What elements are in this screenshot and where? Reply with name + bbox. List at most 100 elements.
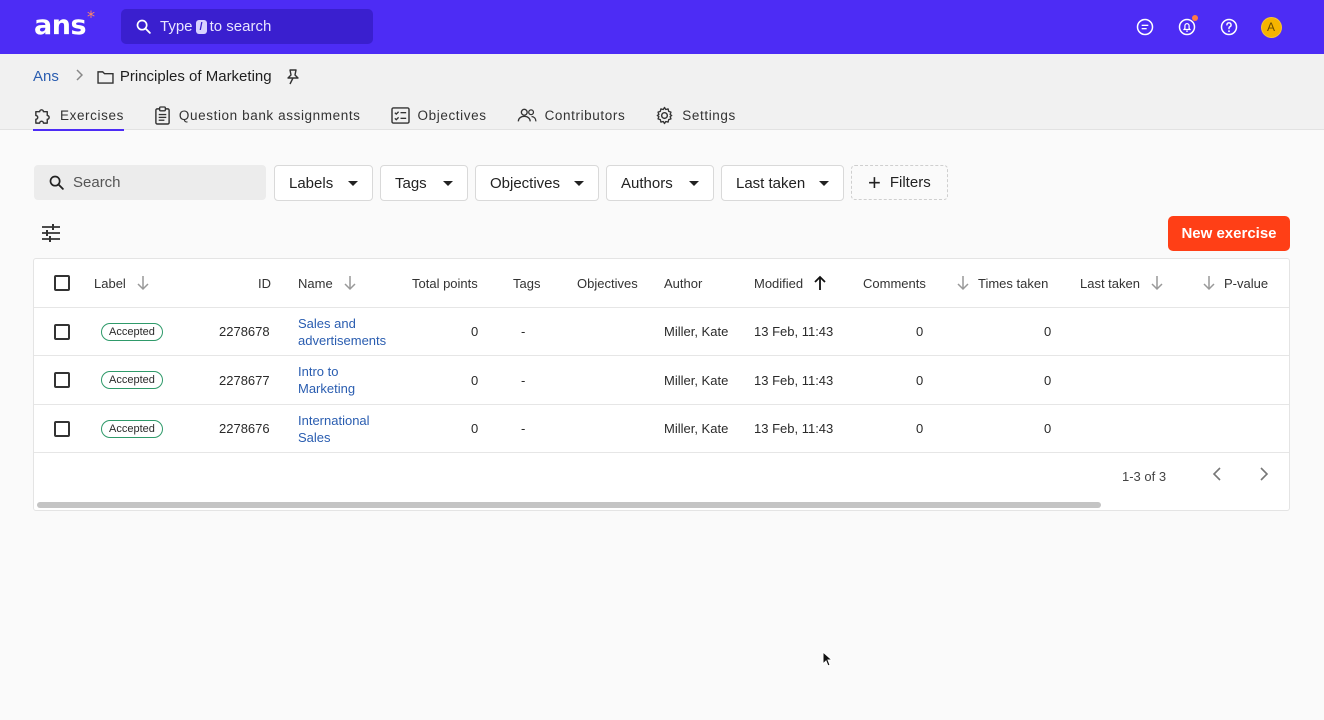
arrow-down-icon[interactable] [1150, 275, 1164, 291]
column-header-name[interactable]: Name [298, 259, 357, 307]
caret-down-icon [348, 181, 358, 186]
arrow-down-icon[interactable] [1202, 275, 1216, 291]
exercise-name-link[interactable]: Intro to Marketing [298, 356, 355, 404]
last-taken-filter-dropdown[interactable]: Last taken [721, 165, 844, 201]
exercise-id: 2278676 [219, 421, 270, 436]
filter-label: Tags [395, 174, 427, 192]
status-badge: Accepted [101, 308, 163, 355]
tags-value: - [521, 324, 526, 339]
arrow-down-icon[interactable] [956, 275, 970, 291]
tab-label: Exercises [60, 107, 124, 123]
global-search-suffix: to search [209, 18, 272, 35]
row-checkbox[interactable] [54, 308, 70, 355]
global-search-prefix: Type [160, 18, 193, 35]
arrow-up-icon[interactable] [813, 275, 827, 291]
search-placeholder: Search [73, 174, 121, 191]
table-header-row: Label ID Name Total points Tags Objectiv… [34, 259, 1289, 308]
tab-label: Question bank assignments [178, 107, 361, 123]
status-badge: Accepted [101, 356, 163, 404]
modified-value: 13 Feb, 11:43 [754, 372, 834, 388]
caret-down-icon [819, 181, 829, 186]
chevron-right-icon[interactable] [1259, 466, 1269, 482]
search-icon [135, 18, 152, 35]
pagination-range: 1-3 of 3 [1122, 469, 1167, 484]
row-checkbox[interactable] [54, 405, 70, 452]
breadcrumb-root-link[interactable]: Ans [33, 68, 59, 85]
filter-label: Authors [621, 174, 673, 192]
column-header-author[interactable]: Author [664, 259, 702, 307]
column-header-label[interactable]: Label [94, 259, 150, 307]
gear-icon [655, 106, 674, 125]
status-badge: Accepted [101, 405, 163, 452]
column-header-p-value[interactable]: P-value [1202, 259, 1268, 307]
chevron-left-icon[interactable] [1212, 466, 1222, 482]
arrow-down-icon[interactable] [343, 275, 357, 291]
table-row[interactable]: Accepted 2278678 Sales and advertisements… [34, 308, 1289, 356]
filter-label: Objectives [490, 174, 561, 192]
column-header-modified[interactable]: Modified [754, 259, 827, 307]
comments-value: 0 [916, 324, 924, 339]
select-all-checkbox[interactable] [54, 259, 70, 307]
notifications-icon[interactable] [1174, 14, 1200, 40]
column-header-id[interactable]: ID [258, 259, 271, 307]
user-avatar[interactable]: A [1258, 14, 1284, 40]
caret-down-icon [574, 181, 584, 186]
add-filter-button[interactable]: + Filters [851, 165, 948, 200]
column-header-total-points[interactable]: Total points [412, 259, 478, 307]
mouse-cursor-icon [822, 650, 834, 672]
clipboard-icon [154, 105, 171, 125]
authors-filter-dropdown[interactable]: Authors [606, 165, 714, 201]
notification-dot [1192, 15, 1198, 21]
arrow-down-icon[interactable] [136, 275, 150, 291]
column-header-times-taken[interactable]: Times taken [956, 259, 1048, 307]
column-header-comments[interactable]: Comments [863, 259, 926, 307]
table-row[interactable]: Accepted 2278677 Intro to Marketing 0 - M… [34, 356, 1289, 405]
tab-bar: Exercises Question bank assignments Obje… [33, 100, 766, 131]
column-settings-icon[interactable] [41, 224, 61, 242]
global-search[interactable]: Type / to search [121, 9, 373, 44]
exercise-name-link[interactable]: Sales and advertisements [298, 308, 386, 355]
help-icon[interactable] [1216, 14, 1242, 40]
tab-exercises[interactable]: Exercises [33, 100, 124, 131]
table-row[interactable]: Accepted 2278676 International Sales 0 - … [34, 405, 1289, 453]
people-icon [517, 107, 537, 123]
messages-icon[interactable] [1132, 14, 1158, 40]
exercises-table: Label ID Name Total points Tags Objectiv… [33, 258, 1290, 511]
column-header-objectives[interactable]: Objectives [577, 259, 638, 307]
new-exercise-button[interactable]: New exercise [1168, 216, 1290, 251]
objectives-filter-dropdown[interactable]: Objectives [475, 165, 599, 201]
row-checkbox[interactable] [54, 356, 70, 404]
tags-filter-dropdown[interactable]: Tags [380, 165, 468, 201]
column-header-last-taken[interactable]: Last taken [1080, 259, 1164, 307]
tab-label: Contributors [544, 107, 626, 123]
tab-label: Objectives [417, 107, 487, 123]
times-taken-value: 0 [1044, 372, 1052, 388]
puzzle-icon [33, 106, 52, 125]
tab-settings[interactable]: Settings [655, 100, 736, 130]
app-logo[interactable]: ans* [34, 7, 95, 41]
exercise-name-link[interactable]: International Sales [298, 405, 370, 452]
tab-contributors[interactable]: Contributors [517, 100, 626, 130]
course-header: Ans Principles of Marketing Exercises Qu… [0, 54, 1324, 131]
shortcut-key: / [195, 19, 207, 34]
pin-icon[interactable] [286, 68, 300, 85]
breadcrumb: Ans Principles of Marketing [33, 68, 300, 85]
modified-value: 13 Feb, 11:43 [754, 324, 834, 339]
exercise-search-input[interactable]: Search [34, 165, 266, 200]
comments-value: 0 [916, 421, 924, 436]
labels-filter-dropdown[interactable]: Labels [274, 165, 373, 201]
times-taken-value: 0 [1044, 421, 1052, 436]
author-value: Miller, Kate [664, 421, 729, 436]
exercise-id: 2278677 [219, 372, 270, 388]
tab-objectives[interactable]: Objectives [390, 100, 487, 130]
tab-label: Settings [682, 107, 736, 123]
filter-label: Last taken [736, 174, 806, 192]
exercise-id: 2278678 [219, 324, 270, 339]
author-value: Miller, Kate [664, 324, 729, 339]
checklist-icon [390, 106, 410, 124]
breadcrumb-current: Principles of Marketing [119, 68, 272, 85]
modified-value: 13 Feb, 11:43 [754, 421, 834, 436]
tab-question-bank-assignments[interactable]: Question bank assignments [154, 100, 361, 130]
horizontal-scrollbar[interactable] [37, 502, 1101, 508]
column-header-tags[interactable]: Tags [513, 259, 540, 307]
